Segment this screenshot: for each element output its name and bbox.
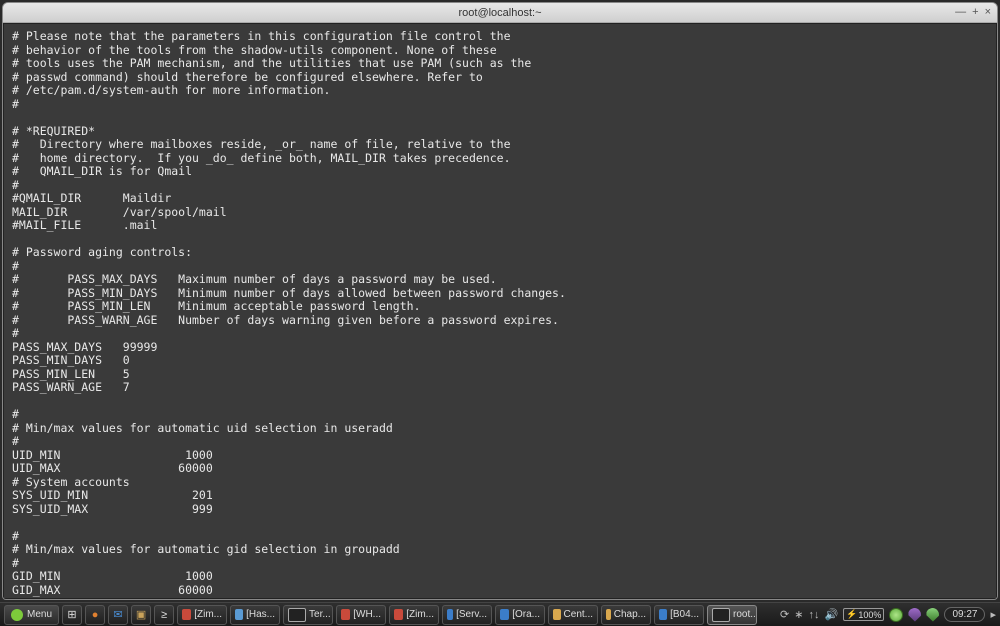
titlebar[interactable]: root@localhost:~ — + × bbox=[3, 3, 997, 23]
task-item-label: [Serv... bbox=[456, 609, 487, 620]
task-item[interactable]: root... bbox=[707, 605, 757, 625]
task-item[interactable]: Cent... bbox=[548, 605, 598, 625]
updates-icon[interactable]: ⟳ bbox=[780, 608, 789, 621]
battery-percent: 100% bbox=[858, 610, 881, 620]
pdf-icon bbox=[394, 609, 403, 620]
task-item-label: root... bbox=[733, 609, 757, 620]
pdf-icon bbox=[182, 609, 191, 620]
start-menu-button[interactable]: Menu bbox=[4, 605, 59, 625]
task-item[interactable]: [Has... bbox=[230, 605, 280, 625]
terminal-output[interactable]: # Please note that the parameters in thi… bbox=[3, 23, 997, 599]
task-item[interactable]: [Serv... bbox=[442, 605, 492, 625]
task-items: [Zim... [Has... Ter... [WH... [Zim... [Serv..… bbox=[177, 605, 757, 625]
shield-icon[interactable] bbox=[908, 608, 921, 622]
window-title: root@localhost:~ bbox=[3, 7, 997, 19]
taskbar: Menu ⊞ ● ✉ ▣ ≥ [Zim... [Has... Ter... [WH..… bbox=[0, 602, 1000, 626]
pdf-icon bbox=[341, 609, 350, 620]
mint-logo-icon bbox=[11, 609, 23, 621]
network-icon[interactable]: ↑↓ bbox=[808, 609, 819, 621]
clock-time: 09:27 bbox=[952, 609, 977, 620]
shield-icon-2[interactable] bbox=[926, 608, 939, 622]
close-button[interactable]: × bbox=[985, 6, 991, 18]
maximize-button[interactable]: + bbox=[972, 6, 978, 18]
task-item[interactable]: [Zim... bbox=[177, 605, 227, 625]
task-item-label: [Zim... bbox=[194, 609, 222, 620]
task-item-label: Ter... bbox=[309, 609, 331, 620]
task-item-label: [Ora... bbox=[512, 609, 540, 620]
task-item-label: Chap... bbox=[614, 609, 646, 620]
terminal-window: root@localhost:~ — + × # Please note tha… bbox=[2, 2, 998, 600]
task-item[interactable]: [Zim... bbox=[389, 605, 439, 625]
term-icon bbox=[288, 608, 306, 622]
task-item[interactable]: [Ora... bbox=[495, 605, 545, 625]
plug-icon: ⚡ bbox=[846, 609, 857, 620]
task-item-label: [B04... bbox=[670, 609, 699, 620]
thunderbird-icon[interactable]: ✉ bbox=[108, 605, 128, 625]
task-item[interactable]: [B04... bbox=[654, 605, 704, 625]
system-tray: ⟳ ∗ ↑↓ 🔊 ⚡ 100% 09:27 ▸ bbox=[780, 607, 996, 622]
volume-icon[interactable]: 🔊 bbox=[824, 608, 838, 621]
tray-menu-icon[interactable]: ▸ bbox=[990, 608, 996, 621]
task-item-label: [Has... bbox=[246, 609, 275, 620]
task-item[interactable]: Ter... bbox=[283, 605, 333, 625]
files-icon[interactable]: ▣ bbox=[131, 605, 151, 625]
folder-icon bbox=[553, 609, 561, 620]
window-controls: — + × bbox=[955, 6, 991, 18]
terminal-launcher-icon[interactable]: ≥ bbox=[154, 605, 174, 625]
doc-icon bbox=[500, 609, 509, 620]
bluetooth-icon[interactable]: ∗ bbox=[794, 608, 803, 621]
task-item-label: [WH... bbox=[353, 609, 381, 620]
task-item-label: [Zim... bbox=[406, 609, 434, 620]
battery-indicator[interactable]: ⚡ 100% bbox=[843, 608, 884, 621]
menu-label: Menu bbox=[27, 609, 52, 620]
folder-icon bbox=[606, 609, 611, 620]
clock[interactable]: 09:27 bbox=[944, 607, 985, 622]
doc-icon bbox=[659, 609, 667, 620]
doc-icon bbox=[447, 609, 453, 620]
task-item[interactable]: [WH... bbox=[336, 605, 386, 625]
status-ok-icon[interactable] bbox=[889, 608, 903, 622]
web-icon bbox=[235, 609, 243, 620]
minimize-button[interactable]: — bbox=[955, 6, 966, 18]
show-desktop-icon[interactable]: ⊞ bbox=[62, 605, 82, 625]
task-item-label: Cent... bbox=[564, 609, 593, 620]
term-icon bbox=[712, 608, 730, 622]
task-item[interactable]: Chap... bbox=[601, 605, 651, 625]
firefox-icon[interactable]: ● bbox=[85, 605, 105, 625]
